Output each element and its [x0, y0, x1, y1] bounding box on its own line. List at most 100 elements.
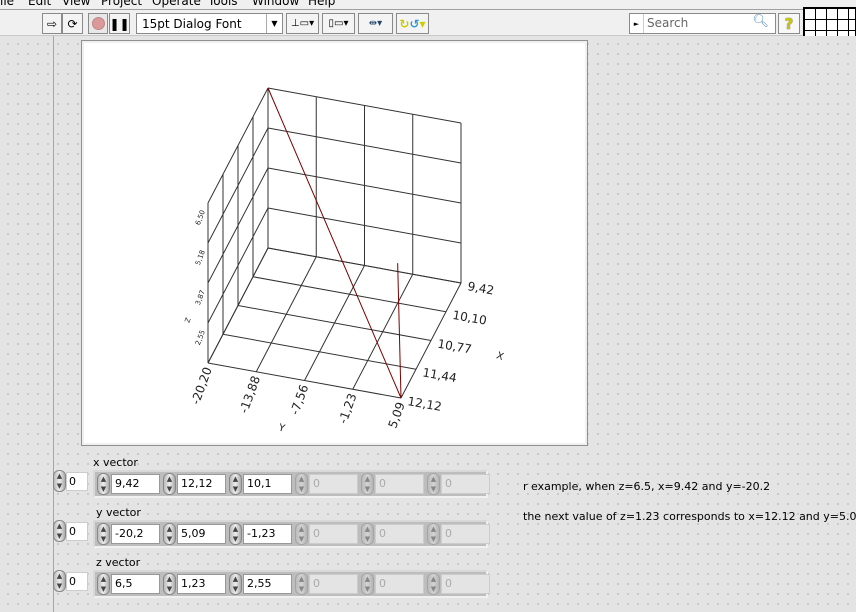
abort-button[interactable] — [88, 13, 108, 34]
element-value[interactable]: 0 — [375, 474, 424, 494]
run-button[interactable]: ⇨ — [42, 13, 62, 34]
array-element[interactable]: ▲ ▼ 0 — [295, 523, 358, 545]
array-element[interactable]: ▲ ▼ 0 — [295, 573, 358, 595]
array-element[interactable]: ▲ ▼ 9,42 — [97, 473, 160, 495]
array-label: x vector — [93, 456, 138, 469]
reorder-button[interactable]: ↻↺▾ — [396, 13, 429, 34]
element-value[interactable]: 0 — [375, 574, 424, 594]
search-icon[interactable]: 🔍︎ — [752, 14, 769, 29]
menu-operate[interactable]: Operate — [152, 0, 201, 8]
toolbar: ⇨ ⟳ ❚❚ 15pt Dialog Font ▼ ⊥▭▾ ▯▭▾ ⇹▾ ↻↺▾ … — [0, 7, 856, 45]
resize-icon: ⇹▾ — [368, 18, 383, 29]
element-spinner[interactable]: ▲ ▼ — [295, 473, 308, 495]
array-index-control[interactable]: ▲ ▼ 0 — [53, 520, 88, 542]
font-dropdown[interactable]: 15pt Dialog Font ▼ — [136, 13, 283, 34]
element-value[interactable]: 0 — [441, 474, 490, 494]
array-element[interactable]: ▲ ▼ 1,23 — [163, 573, 226, 595]
menu-file[interactable]: ile — [0, 0, 14, 8]
element-spinner[interactable]: ▲ ▼ — [97, 523, 110, 545]
element-spinner[interactable]: ▲ ▼ — [427, 523, 440, 545]
expand-icon: ► — [630, 14, 644, 33]
array-element[interactable]: ▲ ▼ -20,2 — [97, 523, 160, 545]
element-value[interactable]: 1,23 — [177, 574, 226, 594]
element-spinner[interactable]: ▲ ▼ — [163, 523, 176, 545]
menu-tools[interactable]: Tools — [208, 0, 238, 8]
menu-edit[interactable]: Edit — [28, 0, 51, 8]
element-value[interactable]: 2,55 — [243, 574, 292, 594]
element-value[interactable]: 12,12 — [177, 474, 226, 494]
element-value[interactable]: 9,42 — [111, 474, 160, 494]
array-element[interactable]: ▲ ▼ 0 — [427, 573, 490, 595]
array-element[interactable]: ▲ ▼ 10,1 — [229, 473, 292, 495]
array-element[interactable]: ▲ ▼ 6,5 — [97, 573, 160, 595]
array-element[interactable]: ▲ ▼ 0 — [361, 573, 424, 595]
array-element[interactable]: ▲ ▼ 0 — [427, 473, 490, 495]
index-value[interactable]: 0 — [66, 521, 88, 541]
element-spinner[interactable]: ▲ ▼ — [361, 473, 374, 495]
array-element[interactable]: ▲ ▼ 5,09 — [163, 523, 226, 545]
align-icon: ⊥▭▾ — [290, 18, 315, 29]
3d-graph[interactable]: -20,20 -13,88 -7,56 -1,23 5,09 9,42 10,10 10,77… — [81, 40, 588, 446]
pause-button[interactable]: ❚❚ — [109, 13, 130, 34]
element-value[interactable]: 0 — [309, 524, 358, 544]
array-index-control[interactable]: ▲ ▼ 0 — [53, 470, 88, 492]
element-value[interactable]: 0 — [441, 574, 490, 594]
element-spinner[interactable]: ▲ ▼ — [361, 523, 374, 545]
note-line-2: the next value of z=1.23 corresponds to … — [523, 510, 856, 523]
element-value[interactable]: 0 — [375, 524, 424, 544]
element-value[interactable]: 0 — [441, 524, 490, 544]
element-value[interactable]: 10,1 — [243, 474, 292, 494]
element-value[interactable]: 0 — [309, 574, 358, 594]
pause-icon: ❚❚ — [109, 16, 130, 31]
element-spinner[interactable]: ▲ ▼ — [427, 573, 440, 595]
index-spinner[interactable]: ▲ ▼ — [53, 520, 66, 542]
element-spinner[interactable]: ▲ ▼ — [427, 473, 440, 495]
element-spinner[interactable]: ▲ ▼ — [295, 573, 308, 595]
run-arrow-icon: ⇨ — [46, 16, 58, 31]
array-element[interactable]: ▲ ▼ 2,55 — [229, 573, 292, 595]
element-spinner[interactable]: ▲ ▼ — [97, 573, 110, 595]
element-spinner[interactable]: ▲ ▼ — [361, 573, 374, 595]
help-button[interactable]: ? — [778, 13, 800, 34]
index-spinner[interactable]: ▲ ▼ — [53, 570, 66, 592]
element-spinner[interactable]: ▲ ▼ — [163, 473, 176, 495]
resize-objects-button[interactable]: ⇹▾ — [358, 13, 393, 34]
element-spinner[interactable]: ▲ ▼ — [97, 473, 110, 495]
search-placeholder: Search — [647, 16, 689, 30]
distribute-icon: ▯▭▾ — [328, 18, 349, 29]
run-continuously-button[interactable]: ⟳ — [62, 13, 83, 34]
array-element[interactable]: ▲ ▼ 0 — [427, 523, 490, 545]
array-element[interactable]: ▲ ▼ 0 — [361, 523, 424, 545]
element-value[interactable]: -1,23 — [243, 524, 292, 544]
array-0: ▲ ▼ 9,42 ▲ ▼ 12,12 ▲ ▼ 10,1 ▲ ▼ 0 ▲ ▼ 0 ▲ ▼ 0 — [93, 470, 490, 498]
element-spinner[interactable]: ▲ ▼ — [229, 573, 242, 595]
3d-plot-area: -20,20 -13,88 -7,56 -1,23 5,099,4210,1010,77… — [84, 43, 585, 443]
element-spinner[interactable]: ▲ ▼ — [163, 573, 176, 595]
index-value[interactable]: 0 — [66, 471, 88, 491]
element-spinner[interactable]: ▲ ▼ — [229, 523, 242, 545]
array-index-control[interactable]: ▲ ▼ 0 — [53, 570, 88, 592]
menu-project[interactable]: Project — [101, 0, 142, 8]
element-spinner[interactable]: ▲ ▼ — [229, 473, 242, 495]
menu-window[interactable]: Window — [252, 0, 299, 8]
menu-help[interactable]: Help — [308, 0, 335, 8]
align-objects-button[interactable]: ⊥▭▾ — [286, 13, 319, 34]
array-element[interactable]: ▲ ▼ -1,23 — [229, 523, 292, 545]
element-value[interactable]: 0 — [309, 474, 358, 494]
array-label: y vector — [96, 506, 141, 519]
element-value[interactable]: -20,2 — [111, 524, 160, 544]
array-element[interactable]: ▲ ▼ 0 — [361, 473, 424, 495]
element-value[interactable]: 5,09 — [177, 524, 226, 544]
index-value[interactable]: 0 — [66, 571, 88, 591]
array-1: ▲ ▼ -20,2 ▲ ▼ 5,09 ▲ ▼ -1,23 ▲ ▼ 0 ▲ ▼ 0 ▲ ▼ 0 — [93, 520, 490, 548]
array-element[interactable]: ▲ ▼ 0 — [295, 473, 358, 495]
element-value[interactable]: 6,5 — [111, 574, 160, 594]
array-element[interactable]: ▲ ▼ 12,12 — [163, 473, 226, 495]
element-spinner[interactable]: ▲ ▼ — [295, 523, 308, 545]
index-spinner[interactable]: ▲ ▼ — [53, 470, 66, 492]
distribute-objects-button[interactable]: ▯▭▾ — [322, 13, 355, 34]
menu-view[interactable]: View — [62, 0, 90, 8]
help-icon: ? — [784, 14, 794, 33]
search-input[interactable]: ► Search 🔍︎ — [629, 13, 776, 34]
menu-bar: ile Edit View Project Operate Tools Wind… — [0, 0, 856, 8]
